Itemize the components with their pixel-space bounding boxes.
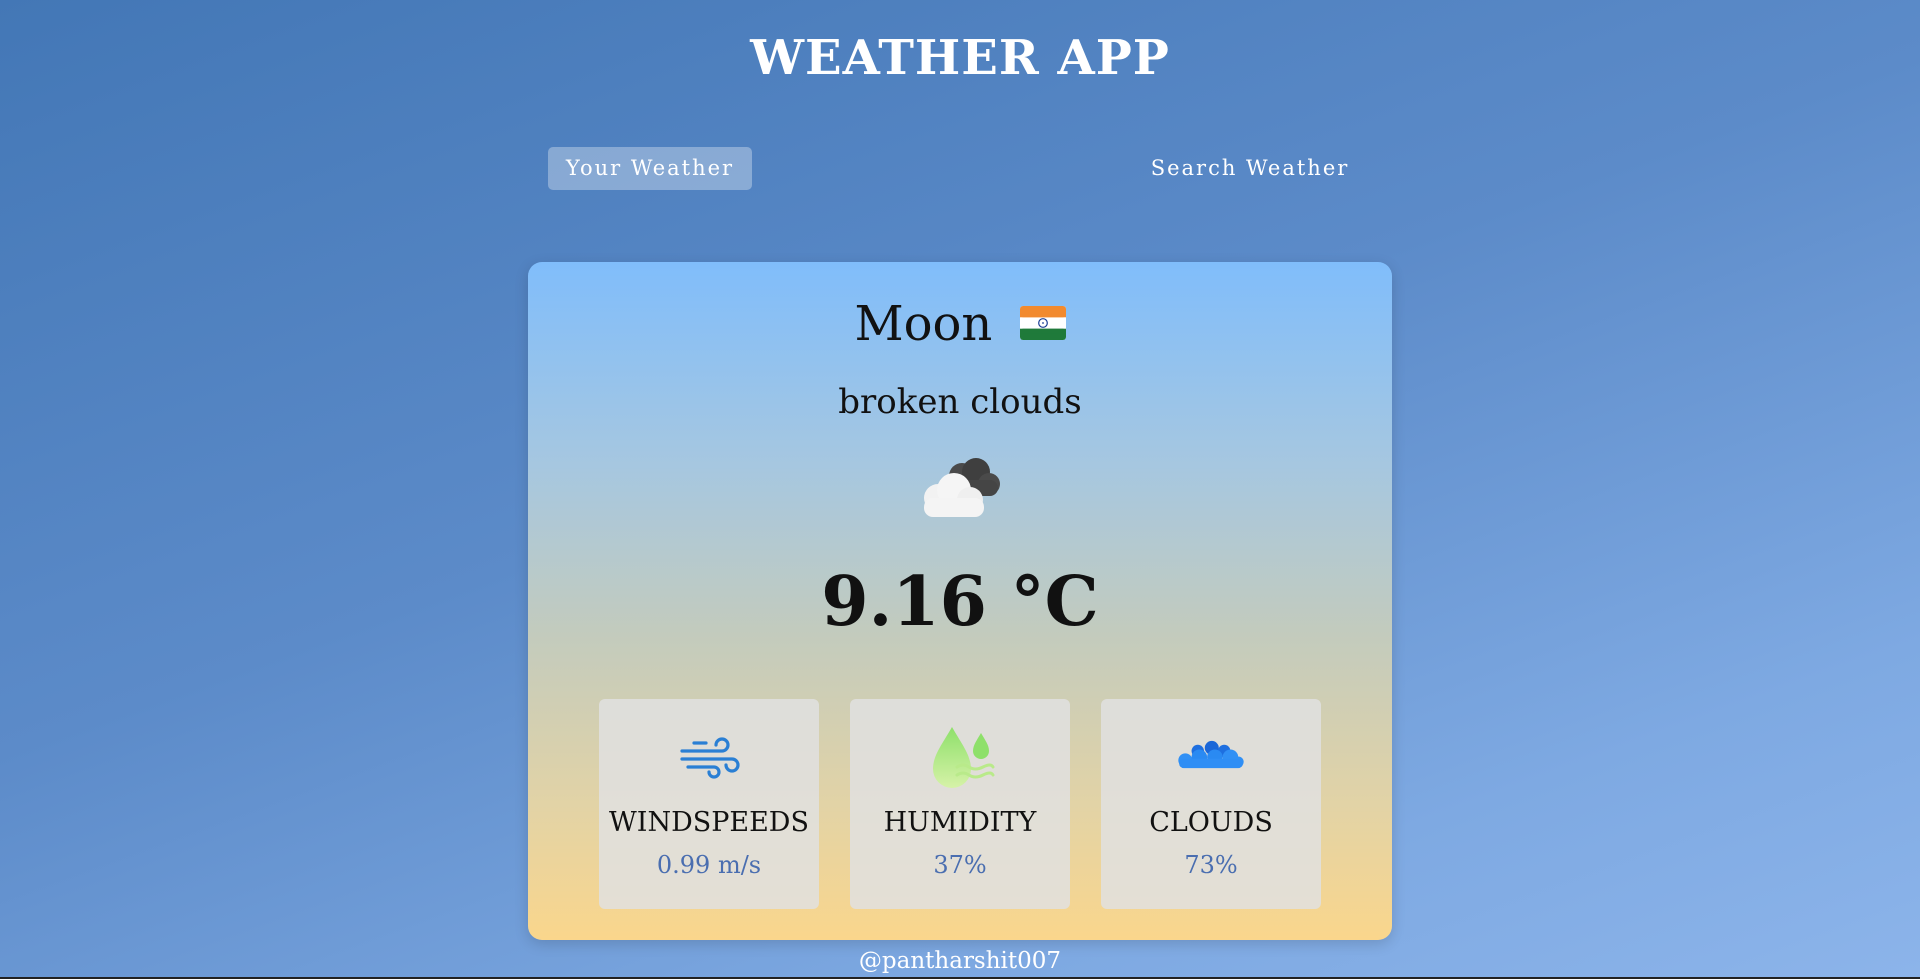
humidity-icon: [925, 723, 995, 793]
stat-card-clouds: CLOUDS 73%: [1101, 699, 1321, 909]
stat-label-humidity: HUMIDITY: [883, 807, 1037, 838]
city-name: Moon: [854, 296, 993, 352]
tab-your-weather[interactable]: Your Weather: [548, 147, 752, 190]
city-row: Moon: [528, 294, 1392, 358]
wind-icon: [674, 723, 744, 793]
tab-search-weather[interactable]: Search Weather: [1130, 147, 1370, 190]
app-title: WEATHER APP: [750, 30, 1170, 86]
stat-card-windspeed: WINDSPEEDS 0.99 m/s: [599, 699, 819, 909]
stat-card-humidity: HUMIDITY 37%: [850, 699, 1070, 909]
temperature: 9.16 °C: [821, 562, 1099, 642]
broken-clouds-icon: [910, 454, 1010, 524]
stat-value-humidity: 37%: [933, 851, 987, 879]
weather-card: Moon broken clouds 9.16 °C WINDSPEEDS 0.…: [528, 262, 1392, 940]
stat-value-clouds: 73%: [1184, 851, 1238, 879]
weather-description: broken clouds: [838, 382, 1082, 422]
stat-value-windspeed: 0.99 m/s: [656, 851, 762, 879]
clouds-icon: [1176, 723, 1246, 793]
india-flag-icon: [1019, 294, 1066, 354]
stat-label-windspeed: WINDSPEEDS: [609, 807, 809, 838]
stat-label-clouds: CLOUDS: [1149, 807, 1273, 838]
footer-handle[interactable]: @pantharshit007: [0, 948, 1920, 974]
